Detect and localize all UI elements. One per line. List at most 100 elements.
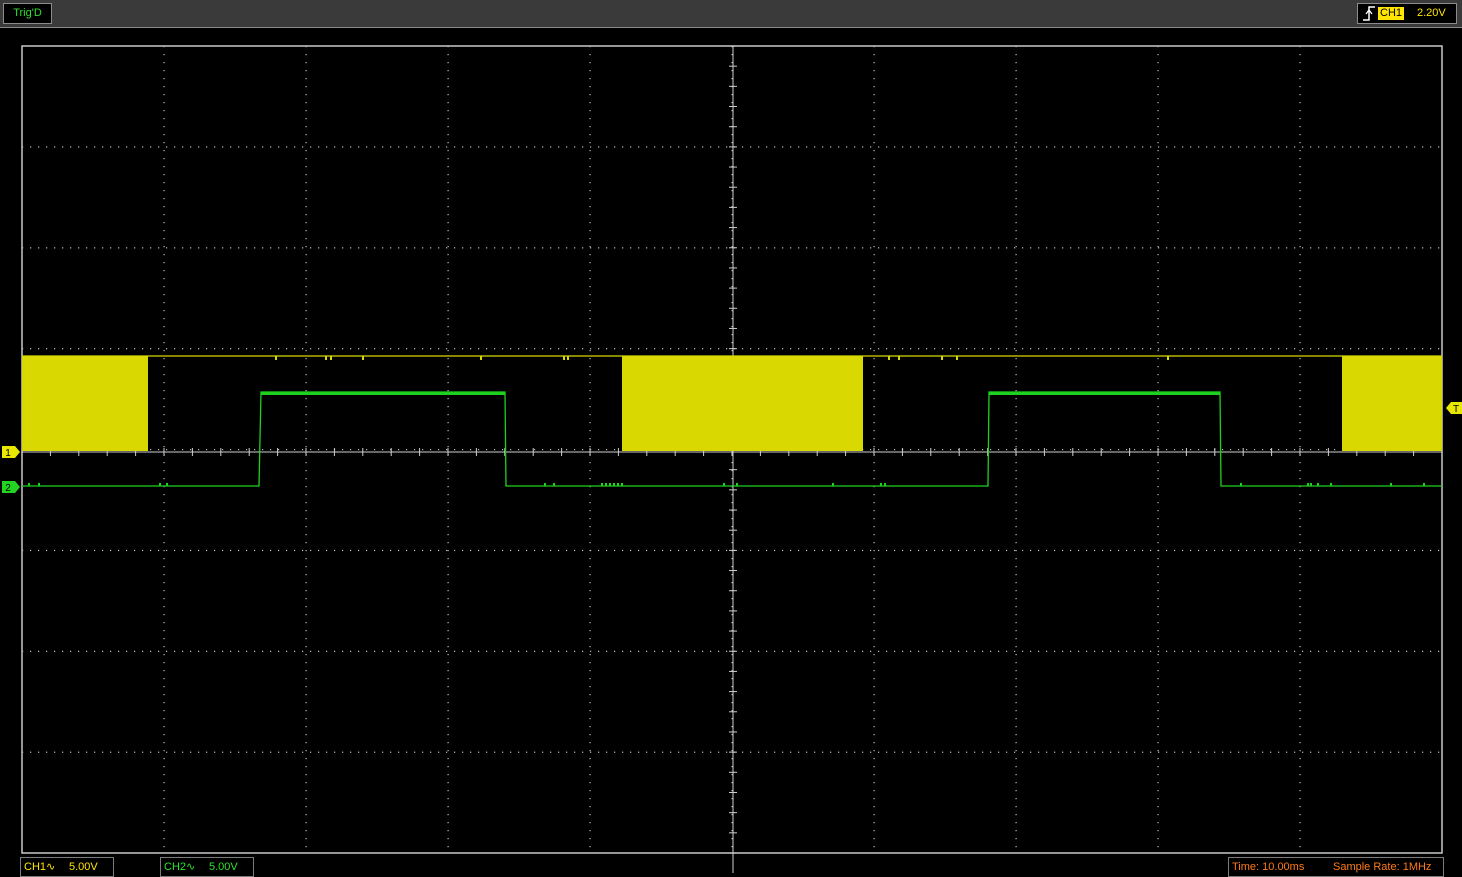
trigger-status: Trig'D [3, 3, 52, 24]
grid-dot [1015, 70, 1017, 72]
grid-dot [1015, 214, 1017, 216]
grid-dot [574, 247, 576, 249]
grid-dot [873, 94, 875, 96]
grid-dot [447, 366, 449, 368]
grid-dot [1299, 598, 1301, 600]
grid-dot [873, 246, 875, 248]
grid-dot [1157, 798, 1159, 800]
grid-dot [774, 751, 776, 753]
grid-dot [62, 247, 64, 249]
grid-dot [1157, 46, 1159, 48]
grid-dot [163, 270, 165, 272]
grid-dot [166, 348, 168, 350]
grid-dot [342, 348, 344, 350]
grid-dot [1157, 366, 1159, 368]
trigger-info[interactable]: CH1 2.20V [1357, 3, 1457, 24]
grid-dot [222, 751, 224, 753]
grid-dot [238, 449, 240, 451]
ch1-glitch [956, 356, 958, 360]
grid-dot [974, 751, 976, 753]
ch1-ground-marker[interactable]: 1 [2, 446, 20, 459]
grid-dot [190, 348, 192, 350]
grid-dot [305, 214, 307, 216]
grid-dot [390, 751, 392, 753]
grid-dot [1334, 146, 1336, 148]
grid-dot [870, 247, 872, 249]
ch2-info[interactable]: CH2∿ 5.00V [160, 857, 254, 877]
grid-dot [310, 449, 312, 451]
grid-dot [782, 549, 784, 552]
grid-dot [998, 549, 1000, 552]
trigger-level-marker[interactable]: T [1446, 402, 1462, 415]
grid-dot [1430, 650, 1432, 652]
grid-dot [622, 247, 624, 249]
grid-dot [1086, 247, 1088, 249]
grid-dot [558, 650, 560, 652]
grid-dot [589, 838, 591, 840]
grid-dot [614, 247, 616, 249]
grid-dot [966, 549, 968, 552]
grid-dot [1078, 449, 1080, 451]
grid-dot [305, 398, 307, 400]
grid-dot [1294, 247, 1296, 249]
grid-dot [1299, 230, 1301, 232]
grid-dot [305, 734, 307, 736]
grid-dot [958, 549, 960, 552]
grid-dot [873, 310, 875, 312]
ch2-glitch [621, 483, 623, 486]
grid-dot [873, 278, 875, 280]
grid-dot [305, 678, 307, 680]
grid-dot [589, 278, 591, 280]
grid-dot [305, 646, 307, 648]
grid-dot [447, 438, 449, 440]
grid-dot [798, 247, 800, 249]
grid-dot [1299, 278, 1301, 280]
grid-dot [1062, 247, 1064, 249]
grid-dot [589, 782, 591, 784]
grid-dot [998, 650, 1000, 652]
grid-dot [163, 150, 165, 152]
grid-dot [694, 751, 696, 753]
grid-dot [1358, 348, 1360, 350]
grid-dot [1157, 566, 1159, 568]
grid-dot [110, 146, 112, 148]
grid-dot [862, 146, 864, 148]
grid-dot [678, 549, 680, 552]
grid-dot [1030, 247, 1032, 249]
grid-dot [1198, 449, 1200, 451]
grid-dot [163, 230, 165, 232]
grid-dot [163, 62, 165, 64]
ch1-glitch [330, 356, 332, 360]
grid-dot [1326, 146, 1328, 148]
ch2-ground-marker[interactable]: 2 [2, 481, 20, 494]
timebase-info[interactable]: Time: 10.00ms Sample Rate: 1MHz [1228, 857, 1444, 877]
ch1-glitch [567, 356, 569, 360]
ch1-info[interactable]: CH1∿ 5.00V [20, 857, 114, 877]
grid-dot [1299, 350, 1301, 352]
grid-dot [222, 650, 224, 652]
grid-dot [894, 348, 896, 350]
grid-dot [305, 158, 307, 160]
grid-dot [1302, 348, 1304, 350]
grid-dot [710, 549, 712, 552]
grid-dot [342, 247, 344, 249]
grid-dot [1015, 742, 1017, 744]
grid-dot [1430, 751, 1432, 753]
grid-dot [1086, 146, 1088, 148]
grid-dot [398, 751, 400, 753]
grid-dot [1038, 650, 1040, 652]
grid-dot [1366, 348, 1368, 350]
grid-dot [54, 348, 56, 350]
waveform-display[interactable]: 1 2 T [0, 28, 1462, 877]
grid-dot [910, 549, 912, 552]
grid-dot [1157, 598, 1159, 600]
grid-dot [150, 751, 152, 753]
grid-dot [1015, 798, 1017, 800]
grid-dot [1299, 734, 1301, 736]
grid-dot [1157, 758, 1159, 760]
grid-dot [589, 62, 591, 64]
grid-dot [1334, 449, 1336, 451]
scope-screen[interactable]: 1 2 T [0, 28, 1462, 877]
grid-dot [1157, 782, 1159, 784]
grid-dot [702, 348, 704, 350]
